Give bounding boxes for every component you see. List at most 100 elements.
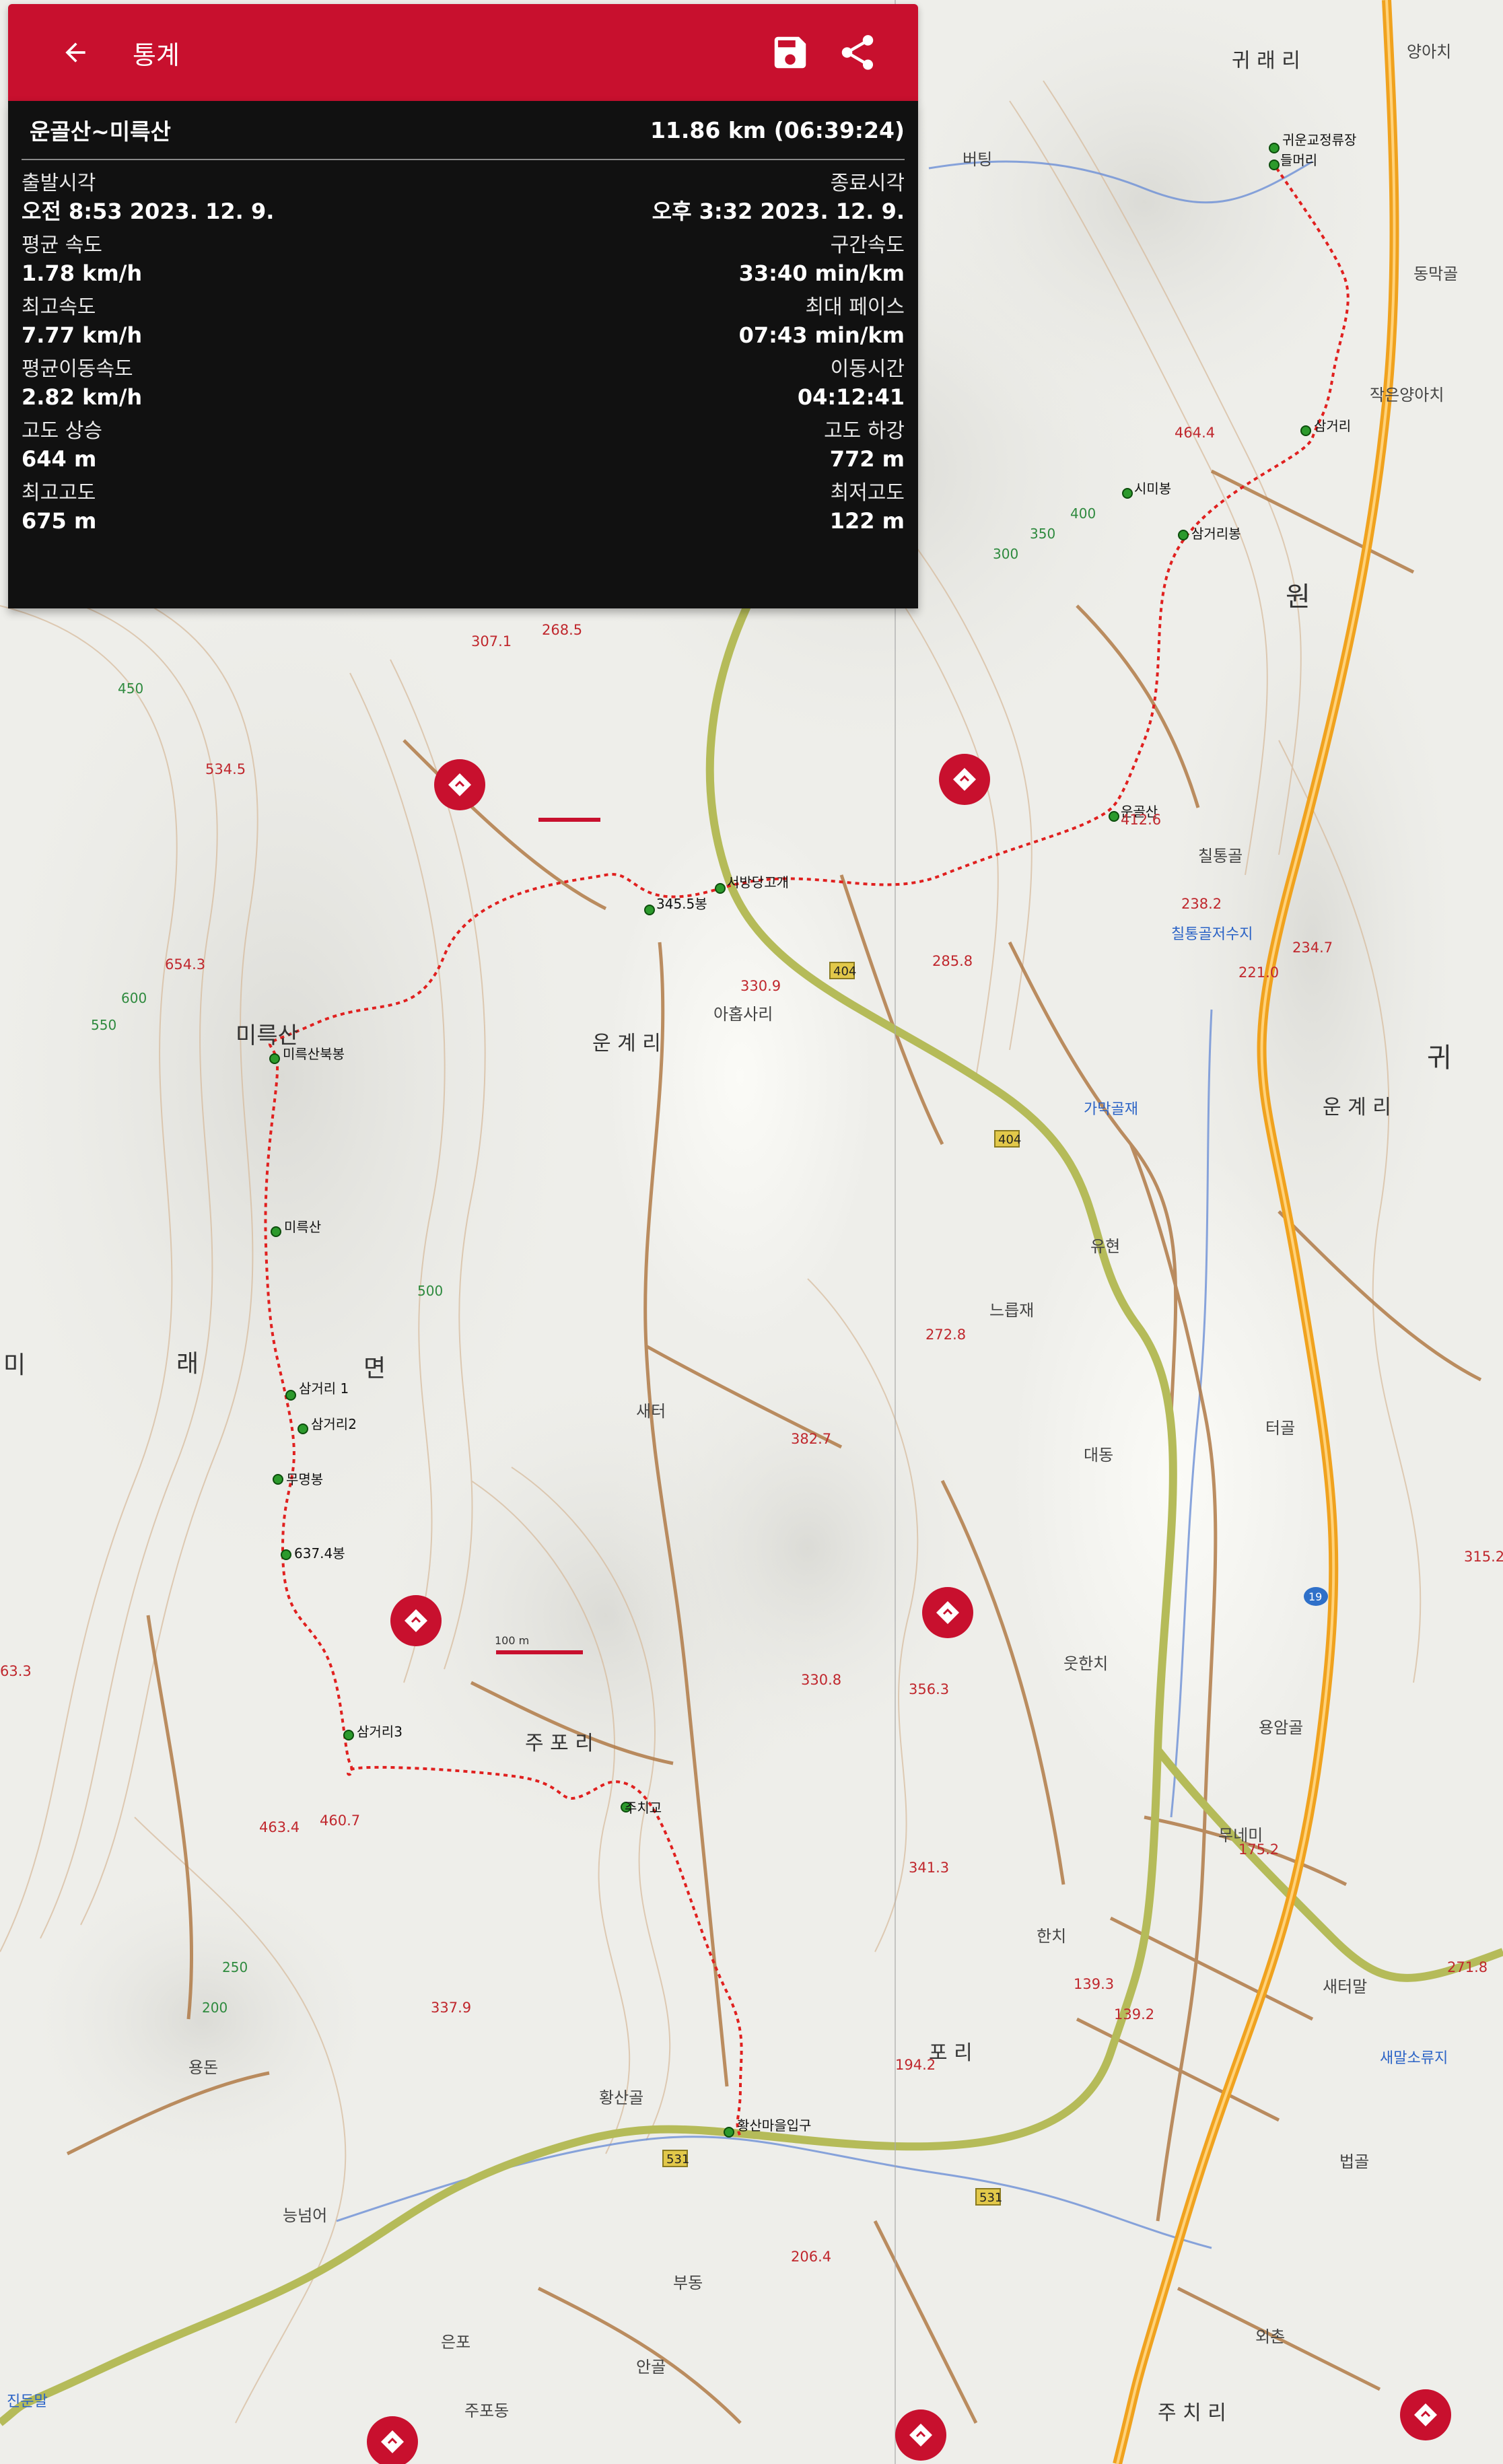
village-label: 유현 <box>1090 1237 1120 1256</box>
stat-label: 최고고도 <box>22 481 96 505</box>
contour-label: 300 <box>993 546 1018 562</box>
share-button[interactable] <box>824 19 891 86</box>
back-button[interactable] <box>42 19 109 86</box>
stat-label: 최대 페이스 <box>805 295 905 319</box>
place-label: 미 <box>3 1351 26 1379</box>
stat-row: 고도 상승 644 m 고도 하강 772 m <box>22 408 905 472</box>
waypoint-label: 삼거리2 <box>311 1416 357 1432</box>
waypoint-marker <box>724 2127 734 2138</box>
stat-row: 평균 속도 1.78 km/h 구간속도 33:40 min/km <box>22 222 905 286</box>
elevation-label: 654.3 <box>165 956 205 973</box>
poi-marker[interactable] <box>922 1587 973 1638</box>
village-label: 주포동 <box>464 2401 509 2420</box>
top-app-bar: 통계 <box>8 4 918 101</box>
stat-moving-time: 이동시간 04:12:41 <box>798 357 905 410</box>
stat-descent: 고도 하강 772 m <box>824 419 905 472</box>
waypoint-label: 345.5봉 <box>656 896 707 912</box>
stat-average-speed: 평균 속도 1.78 km/h <box>22 233 142 286</box>
stat-label: 고도 하강 <box>824 419 905 443</box>
village-label: 부동 <box>673 2274 703 2292</box>
elevation-label: 272.8 <box>925 1327 966 1343</box>
water-label: 새말소류지 <box>1380 2050 1448 2067</box>
village-label: 은포 <box>441 2333 470 2352</box>
stat-moving-speed: 평균이동속도 2.82 km/h <box>22 357 142 410</box>
elevation-label: 337.9 <box>431 2000 471 2016</box>
waypoint-label: 무명봉 <box>286 1471 323 1487</box>
waypoint-marker <box>1122 488 1133 499</box>
poi-marker[interactable] <box>390 1595 442 1646</box>
waypoint-marker <box>273 1474 283 1485</box>
elevation-label: 139.3 <box>1074 1976 1114 1992</box>
elevation-label: 460.7 <box>320 1812 360 1829</box>
elevation-label: 285.8 <box>932 953 973 969</box>
place-label: 운 계 리 <box>1323 1096 1391 1119</box>
stat-value: 772 m <box>829 446 905 472</box>
village-label: 용돈 <box>188 2058 218 2077</box>
poi-marker[interactable] <box>895 2409 946 2461</box>
place-label: 귀 <box>1427 1043 1452 1073</box>
poi-marker[interactable] <box>1400 2389 1451 2440</box>
elevation-label: 194.2 <box>895 2057 936 2073</box>
stat-label: 최고속도 <box>22 295 96 319</box>
stat-min-altitude: 최저고도 122 m <box>830 481 905 534</box>
stat-label: 고도 상승 <box>22 419 102 443</box>
waypoint-marker <box>285 1390 296 1401</box>
stat-value: 644 m <box>22 446 97 472</box>
direction-diamond-icon <box>1414 2403 1437 2426</box>
elevation-label: 206.4 <box>791 2249 831 2265</box>
place-label: 귀 래 리 <box>1232 49 1300 73</box>
elevation-label: 238.2 <box>1181 896 1222 912</box>
contour-label: 500 <box>417 1283 443 1299</box>
stat-value: 2.82 km/h <box>22 384 143 410</box>
stat-label: 최저고도 <box>830 481 905 505</box>
stat-max-pace: 최대 페이스 07:43 min/km <box>739 295 905 348</box>
contour-label: 450 <box>118 680 143 697</box>
poi-marker[interactable] <box>434 759 485 810</box>
waypoint-label: 시미봉 <box>1134 481 1171 497</box>
stat-end-time: 종료시각 오후 3:32 2023. 12. 9. <box>652 171 905 224</box>
village-label: 칠통골 <box>1198 847 1243 866</box>
elevation-label: 534.5 <box>205 761 246 777</box>
elevation-label: 356.3 <box>909 1681 949 1697</box>
waypoint-label: 삼거리 1 <box>299 1380 349 1397</box>
stat-value: 7.77 km/h <box>22 322 143 348</box>
page-title: 통계 <box>133 40 180 70</box>
waypoint-label: 주치교 <box>625 1800 662 1816</box>
village-label: 아홉사리 <box>713 1005 773 1024</box>
stat-row: 최고고도 675 m 최저고도 122 m <box>22 470 905 534</box>
poi-marker[interactable] <box>367 2416 418 2464</box>
road-shield-label: 531 <box>666 2152 689 2167</box>
stat-row: 평균이동속도 2.82 km/h 이동시간 04:12:41 <box>22 346 905 410</box>
stat-label: 이동시간 <box>830 357 905 381</box>
road-shield-label: 19 <box>1308 1590 1322 1603</box>
elevation-label: 139.2 <box>1114 2006 1154 2022</box>
water-label: 가막골재 <box>1084 1101 1138 1118</box>
elevation-label: 234.7 <box>1292 940 1333 956</box>
water-label: 칠통골저수지 <box>1171 926 1253 943</box>
elevation-label: 330.8 <box>801 1672 841 1688</box>
stat-pace: 구간속도 33:40 min/km <box>739 233 905 286</box>
elevation-label: 175.2 <box>1238 1841 1279 1858</box>
poi-marker[interactable] <box>939 754 990 805</box>
elevation-label: 307.1 <box>471 633 512 649</box>
save-button[interactable] <box>757 19 824 86</box>
app-screen: 귀운교정류장 들머리 삼거리 시미봉 삼거리봉 운골산 서방당고개 345.5봉… <box>0 0 1503 2464</box>
elevation-label: 463.4 <box>259 1819 300 1835</box>
stat-label: 평균이동속도 <box>22 357 133 381</box>
stat-max-altitude: 최고고도 675 m <box>22 481 96 534</box>
direction-diamond-icon <box>381 2430 404 2453</box>
stat-value: 07:43 min/km <box>738 322 905 348</box>
road-shield-label: 404 <box>833 964 856 979</box>
route-name: 운골산~미륵산 <box>30 118 171 145</box>
waypoint-marker <box>1178 530 1189 540</box>
waypoint-marker <box>343 1730 354 1740</box>
stat-value: 오후 3:32 2023. 12. 9. <box>652 199 905 224</box>
water-label: 진둔말 <box>7 2393 48 2410</box>
waypoint-marker <box>271 1226 281 1237</box>
waypoint-marker <box>281 1549 291 1560</box>
village-label: 터골 <box>1265 1419 1295 1438</box>
direction-diamond-icon <box>448 773 471 796</box>
stat-max-speed: 최고속도 7.77 km/h <box>22 295 142 348</box>
share-icon <box>841 35 874 70</box>
stat-value: 33:40 min/km <box>738 260 905 286</box>
